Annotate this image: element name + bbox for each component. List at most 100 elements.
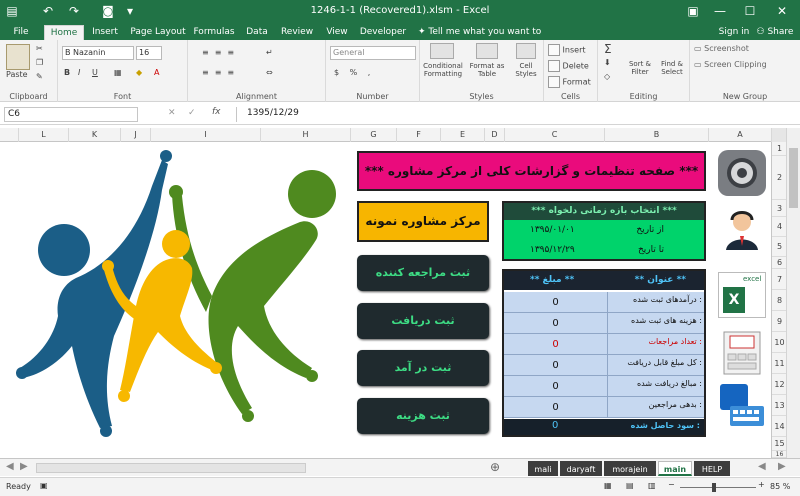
sign-in-link[interactable]: Sign in	[716, 25, 752, 40]
sheet-tab-main[interactable]: main	[658, 461, 692, 476]
wrap-text-icon[interactable]: ↵	[266, 48, 273, 57]
register-payment-button[interactable]: ثبت دریافت	[357, 303, 489, 339]
row-header[interactable]: 4	[772, 217, 787, 237]
tab-data[interactable]: Data	[242, 25, 272, 40]
row-header[interactable]: 1	[772, 142, 787, 156]
cell-styles-button[interactable]: Cell Styles	[510, 62, 542, 78]
profit-value[interactable]: 0	[552, 420, 558, 431]
tab-developer[interactable]: Developer	[358, 25, 408, 40]
tab-view[interactable]: View	[322, 25, 352, 40]
settings-gear-icon[interactable]	[718, 150, 766, 196]
underline-button[interactable]: U	[92, 68, 98, 77]
clear-icon[interactable]: ◇	[604, 72, 610, 81]
tab-file[interactable]: File	[6, 25, 36, 40]
insert-function-icon[interactable]: fx	[212, 107, 221, 117]
normal-view-icon[interactable]: ▦	[604, 481, 612, 490]
sheet-scroll-left-icon[interactable]: ◀	[758, 461, 766, 472]
row-header[interactable]: 6	[772, 257, 787, 269]
to-date-value[interactable]: ۱۳۹۵/۱۲/۲۹	[530, 245, 575, 255]
row-header[interactable]: 14	[772, 416, 787, 437]
macro-record-icon[interactable]: ▣	[40, 481, 48, 490]
ribbon-display-icon[interactable]: ▣	[685, 3, 701, 19]
find-select-button[interactable]: Find & Select	[656, 60, 688, 76]
column-header[interactable]: F	[396, 128, 440, 142]
paste-button[interactable]: Paste	[6, 70, 28, 79]
screenshot-button[interactable]: ▭ Screenshot	[694, 44, 749, 53]
row-value[interactable]: 0	[504, 292, 608, 313]
row-header[interactable]: 15	[772, 437, 787, 451]
row-header[interactable]: 8	[772, 290, 787, 311]
zoom-in-icon[interactable]: +	[758, 480, 765, 489]
column-header[interactable]: J	[120, 128, 150, 142]
sheet-tab-morajein[interactable]: morajein	[604, 461, 656, 476]
row-header[interactable]: 11	[772, 353, 787, 374]
screen-clipping-button[interactable]: ▭ Screen Clipping	[694, 60, 767, 69]
enter-icon[interactable]: ✓	[188, 108, 196, 118]
tab-page-layout[interactable]: Page Layout	[128, 25, 188, 40]
horizontal-align-icons[interactable]: ≡≡≡	[202, 68, 240, 77]
cancel-icon[interactable]: ✕	[168, 108, 176, 118]
font-color-icon[interactable]: A	[154, 68, 159, 77]
borders-icon[interactable]: ▦	[114, 68, 122, 77]
select-all-corner[interactable]	[771, 128, 786, 142]
italic-button[interactable]: I	[78, 68, 80, 77]
column-header[interactable]: D	[484, 128, 504, 142]
format-cells-button[interactable]: Format	[548, 76, 591, 88]
number-format-select[interactable]: General	[330, 46, 416, 60]
keyboard-layout-icon[interactable]	[718, 330, 766, 376]
support-agent-icon[interactable]	[718, 206, 766, 252]
delete-cells-button[interactable]: Delete	[548, 60, 589, 72]
column-header[interactable]: E	[440, 128, 484, 142]
row-value[interactable]: 0	[504, 376, 608, 397]
font-size-select[interactable]: 16	[136, 46, 162, 60]
page-layout-view-icon[interactable]: ▤	[626, 481, 634, 490]
formula-input[interactable]: 1395/12/29	[236, 107, 796, 122]
paste-icon[interactable]	[6, 44, 30, 70]
column-header[interactable]: C	[504, 128, 604, 142]
row-value[interactable]: 0	[504, 397, 608, 418]
row-value[interactable]: 0	[504, 355, 608, 376]
sheet-tab-daryaft[interactable]: daryaft	[560, 461, 602, 476]
minimize-icon[interactable]: —	[712, 3, 728, 19]
cut-icon[interactable]: ✂	[36, 44, 43, 53]
sort-filter-button[interactable]: Sort & Filter	[626, 60, 654, 76]
row-header[interactable]: 12	[772, 374, 787, 395]
fill-icon[interactable]: ⬇	[604, 58, 611, 67]
zoom-slider[interactable]	[680, 487, 756, 488]
tab-review[interactable]: Review	[278, 25, 316, 40]
tab-home[interactable]: Home	[44, 25, 84, 40]
tab-formulas[interactable]: Formulas	[190, 25, 238, 40]
format-table-icon[interactable]	[476, 43, 498, 59]
page-break-view-icon[interactable]: ▥	[648, 481, 656, 490]
sheet-scroll-right-icon[interactable]: ▶	[778, 461, 786, 472]
zoom-level[interactable]: 85 %	[770, 482, 790, 491]
column-header[interactable]: I	[150, 128, 260, 142]
format-as-table-button[interactable]: Format as Table	[468, 62, 506, 78]
register-expense-button[interactable]: ثبت هزینه	[357, 398, 489, 434]
fill-color-icon[interactable]: ◆	[136, 68, 142, 77]
column-header[interactable]: K	[68, 128, 120, 142]
tab-scroll-left-icon[interactable]: ◀	[6, 461, 14, 472]
row-header[interactable]: 13	[772, 395, 787, 416]
vertical-align-icons[interactable]: ≡≡≡	[202, 48, 240, 57]
row-header[interactable]: 16	[772, 451, 787, 458]
copy-icon[interactable]: ❐	[36, 58, 43, 67]
column-header[interactable]: G	[350, 128, 396, 142]
row-header[interactable]: 2	[772, 156, 787, 200]
vertical-scrollbar[interactable]	[786, 128, 800, 458]
share-button[interactable]: ⚇ Share	[754, 25, 796, 40]
row-header[interactable]: 9	[772, 311, 787, 332]
conditional-formatting-icon[interactable]	[430, 43, 454, 59]
merge-icon[interactable]: ⇔	[266, 68, 273, 77]
column-header[interactable]: A	[708, 128, 771, 142]
column-header[interactable]: B	[604, 128, 708, 142]
name-box[interactable]: C6	[4, 107, 138, 122]
row-header[interactable]: 5	[772, 237, 787, 257]
cell-styles-icon[interactable]	[516, 43, 536, 59]
horizontal-scrollbar[interactable]	[36, 463, 306, 473]
autosum-icon[interactable]: Σ	[604, 42, 612, 56]
column-header[interactable]: L	[18, 128, 68, 142]
row-value[interactable]: 0	[504, 334, 608, 355]
insert-cells-button[interactable]: Insert	[548, 44, 586, 56]
row-value[interactable]: 0	[504, 313, 608, 334]
